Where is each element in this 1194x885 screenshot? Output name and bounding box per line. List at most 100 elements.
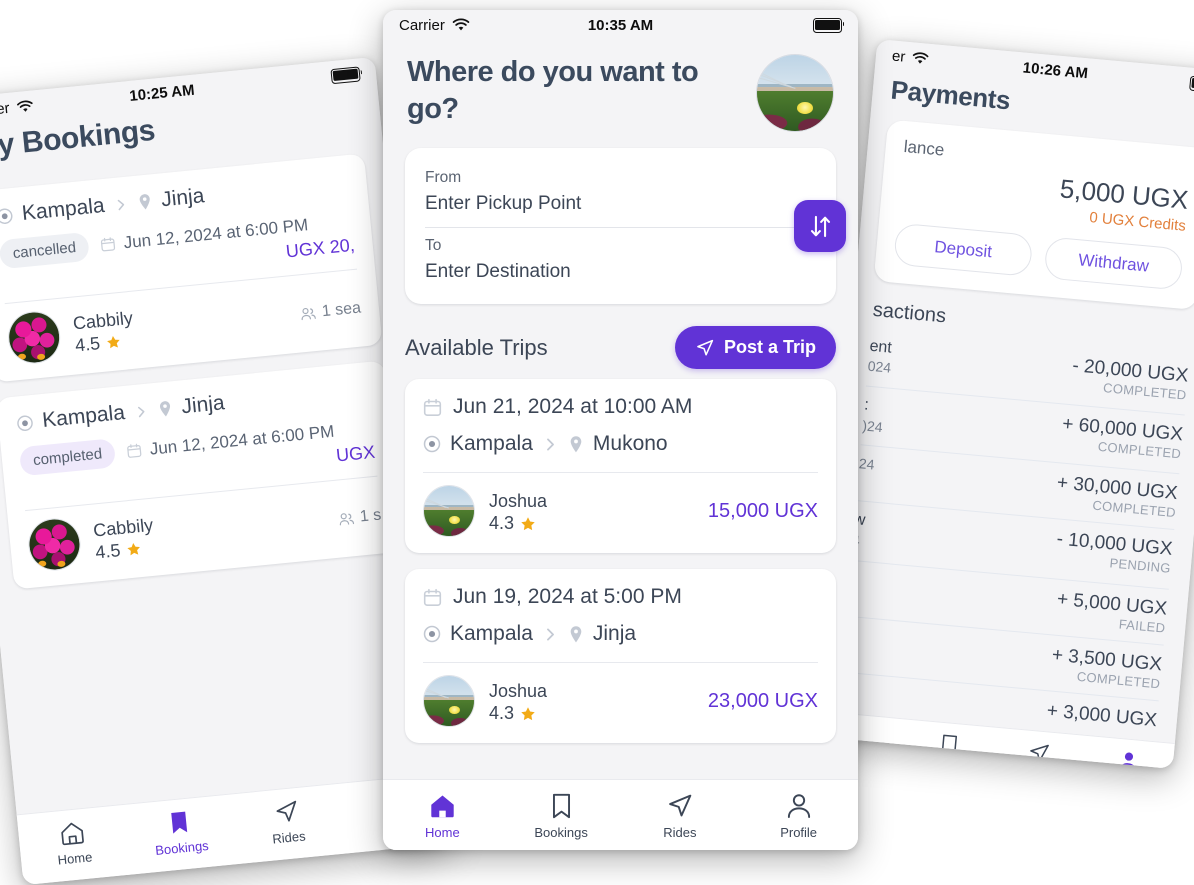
available-trips-header: Available Trips Post a Trip bbox=[383, 304, 858, 379]
post-a-trip-button[interactable]: Post a Trip bbox=[675, 326, 836, 369]
booking-card[interactable]: Kampala Jinja completed Jun bbox=[0, 361, 403, 590]
tab-profile[interactable]: Profile bbox=[1080, 746, 1174, 769]
tab-bookings[interactable]: Bookings bbox=[901, 729, 995, 769]
circle-dot-icon bbox=[423, 435, 441, 453]
trip-origin: Kampala bbox=[450, 622, 533, 646]
trip-price: 23,000 UGX bbox=[708, 690, 818, 713]
driver-rating: 4.3 bbox=[489, 513, 547, 534]
seats-value: 1 s bbox=[359, 507, 382, 527]
deposit-button[interactable]: Deposit bbox=[893, 222, 1033, 276]
bookmark-icon bbox=[937, 732, 960, 757]
calendar-icon bbox=[423, 398, 442, 417]
trip-route: Kampala Jinja bbox=[423, 622, 818, 646]
circle-dot-icon bbox=[16, 414, 35, 433]
swap-locations-button[interactable] bbox=[794, 200, 846, 252]
trip-datetime: Jun 21, 2024 at 10:00 AM bbox=[423, 395, 818, 419]
divider bbox=[425, 227, 816, 228]
trip-destination: Mukono bbox=[593, 432, 668, 456]
carrier-label: er bbox=[891, 47, 906, 65]
calendar-icon bbox=[126, 443, 142, 459]
trip-card[interactable]: Jun 21, 2024 at 10:00 AM Kampala Mukono bbox=[405, 379, 836, 553]
battery-icon bbox=[1189, 75, 1194, 93]
bookmark-icon bbox=[166, 808, 192, 836]
tab-rides[interactable]: Rides bbox=[232, 794, 343, 850]
tab-label: Bookings bbox=[919, 759, 974, 769]
transactions-list: ent 024 - 20,000 UGX COMPLETED : )24 + 6… bbox=[816, 326, 1194, 743]
tab-profile[interactable]: Profile bbox=[739, 792, 858, 840]
driver-rating: 4.5 bbox=[74, 330, 136, 357]
divider bbox=[423, 472, 818, 473]
driver-avatar bbox=[6, 309, 63, 366]
transaction-type: ent bbox=[869, 336, 894, 359]
driver-name: Joshua bbox=[489, 679, 547, 703]
booking-seats: 1 s bbox=[337, 507, 382, 529]
navigation-arrow-icon bbox=[272, 798, 300, 826]
section-title: Available Trips bbox=[405, 335, 548, 361]
tab-label: Rides bbox=[272, 828, 307, 846]
driver-name: Joshua bbox=[489, 489, 547, 513]
seats-value: 1 sea bbox=[321, 300, 362, 322]
circle-dot-icon bbox=[0, 207, 14, 226]
booking-destination: Jinja bbox=[180, 392, 225, 420]
trip-price: 15,000 UGX bbox=[708, 500, 818, 523]
trip-origin: Kampala bbox=[450, 432, 533, 456]
star-icon bbox=[520, 706, 536, 722]
phone-home: Carrier 10:35 AM Where do you want to go… bbox=[383, 10, 858, 850]
tab-rides[interactable]: Rides bbox=[621, 792, 740, 840]
trip-search-card: From Enter Pickup Point To Enter Destina… bbox=[405, 148, 836, 304]
chevron-right-icon bbox=[542, 436, 559, 453]
tab-rides[interactable]: Rides bbox=[991, 737, 1085, 768]
tab-label: Home bbox=[425, 825, 460, 840]
battery-icon bbox=[330, 66, 360, 84]
tab-home[interactable]: Home bbox=[383, 792, 502, 840]
post-a-trip-label: Post a Trip bbox=[724, 337, 816, 358]
transaction-amount: + 3,000 UGX bbox=[1046, 700, 1158, 732]
driver-rating: 4.3 bbox=[489, 703, 547, 724]
driver-avatar bbox=[26, 516, 83, 573]
carrier-label: Carrier bbox=[0, 99, 10, 120]
booking-destination: Jinja bbox=[160, 185, 205, 213]
home-icon bbox=[58, 819, 87, 848]
from-input[interactable]: Enter Pickup Point bbox=[425, 189, 816, 218]
divider bbox=[423, 662, 818, 663]
wifi-icon bbox=[452, 18, 470, 32]
driver-rating: 4.5 bbox=[94, 537, 156, 564]
trip-date-text: Jun 21, 2024 at 10:00 AM bbox=[453, 395, 692, 419]
trip-date-text: Jun 19, 2024 at 5:00 PM bbox=[453, 585, 682, 609]
chevron-right-icon bbox=[133, 404, 149, 420]
booking-origin: Kampala bbox=[41, 401, 126, 433]
booking-card[interactable]: Kampala Jinja cancelled Jun bbox=[0, 154, 383, 383]
withdraw-button[interactable]: Withdraw bbox=[1044, 236, 1184, 290]
map-pin-icon bbox=[157, 400, 174, 419]
profile-avatar[interactable] bbox=[756, 54, 834, 132]
swap-vertical-icon bbox=[807, 213, 834, 240]
trip-datetime: Jun 19, 2024 at 5:00 PM bbox=[423, 585, 818, 609]
to-label: To bbox=[425, 234, 816, 257]
driver-avatar bbox=[423, 675, 475, 727]
trip-route: Kampala Mukono bbox=[423, 432, 818, 456]
trip-destination: Jinja bbox=[593, 622, 636, 646]
hero-header: Where do you want to go? bbox=[383, 40, 858, 140]
to-input[interactable]: Enter Destination bbox=[425, 257, 816, 286]
from-label: From bbox=[425, 166, 816, 189]
map-pin-icon bbox=[568, 435, 584, 454]
tab-bookings[interactable]: Bookings bbox=[125, 804, 236, 860]
trip-card[interactable]: Jun 19, 2024 at 5:00 PM Kampala Jinja bbox=[405, 569, 836, 743]
person-icon bbox=[785, 792, 813, 820]
person-icon bbox=[1116, 749, 1141, 769]
bookmark-icon bbox=[549, 792, 574, 820]
tab-label: Rides bbox=[1019, 768, 1053, 769]
tab-home[interactable]: Home bbox=[18, 815, 129, 871]
page-title: Where do you want to go? bbox=[407, 54, 756, 128]
map-pin-icon bbox=[568, 625, 584, 644]
tab-bookings[interactable]: Bookings bbox=[502, 792, 621, 840]
transaction-type: : bbox=[863, 396, 885, 419]
circle-dot-icon bbox=[423, 625, 441, 643]
home-icon bbox=[428, 792, 457, 820]
people-icon bbox=[299, 306, 316, 321]
people-icon bbox=[337, 512, 354, 527]
chevron-right-icon bbox=[113, 197, 129, 213]
rating-value: 4.5 bbox=[94, 540, 121, 563]
rating-value: 4.3 bbox=[489, 703, 514, 724]
transaction-date: 24 bbox=[858, 455, 875, 476]
